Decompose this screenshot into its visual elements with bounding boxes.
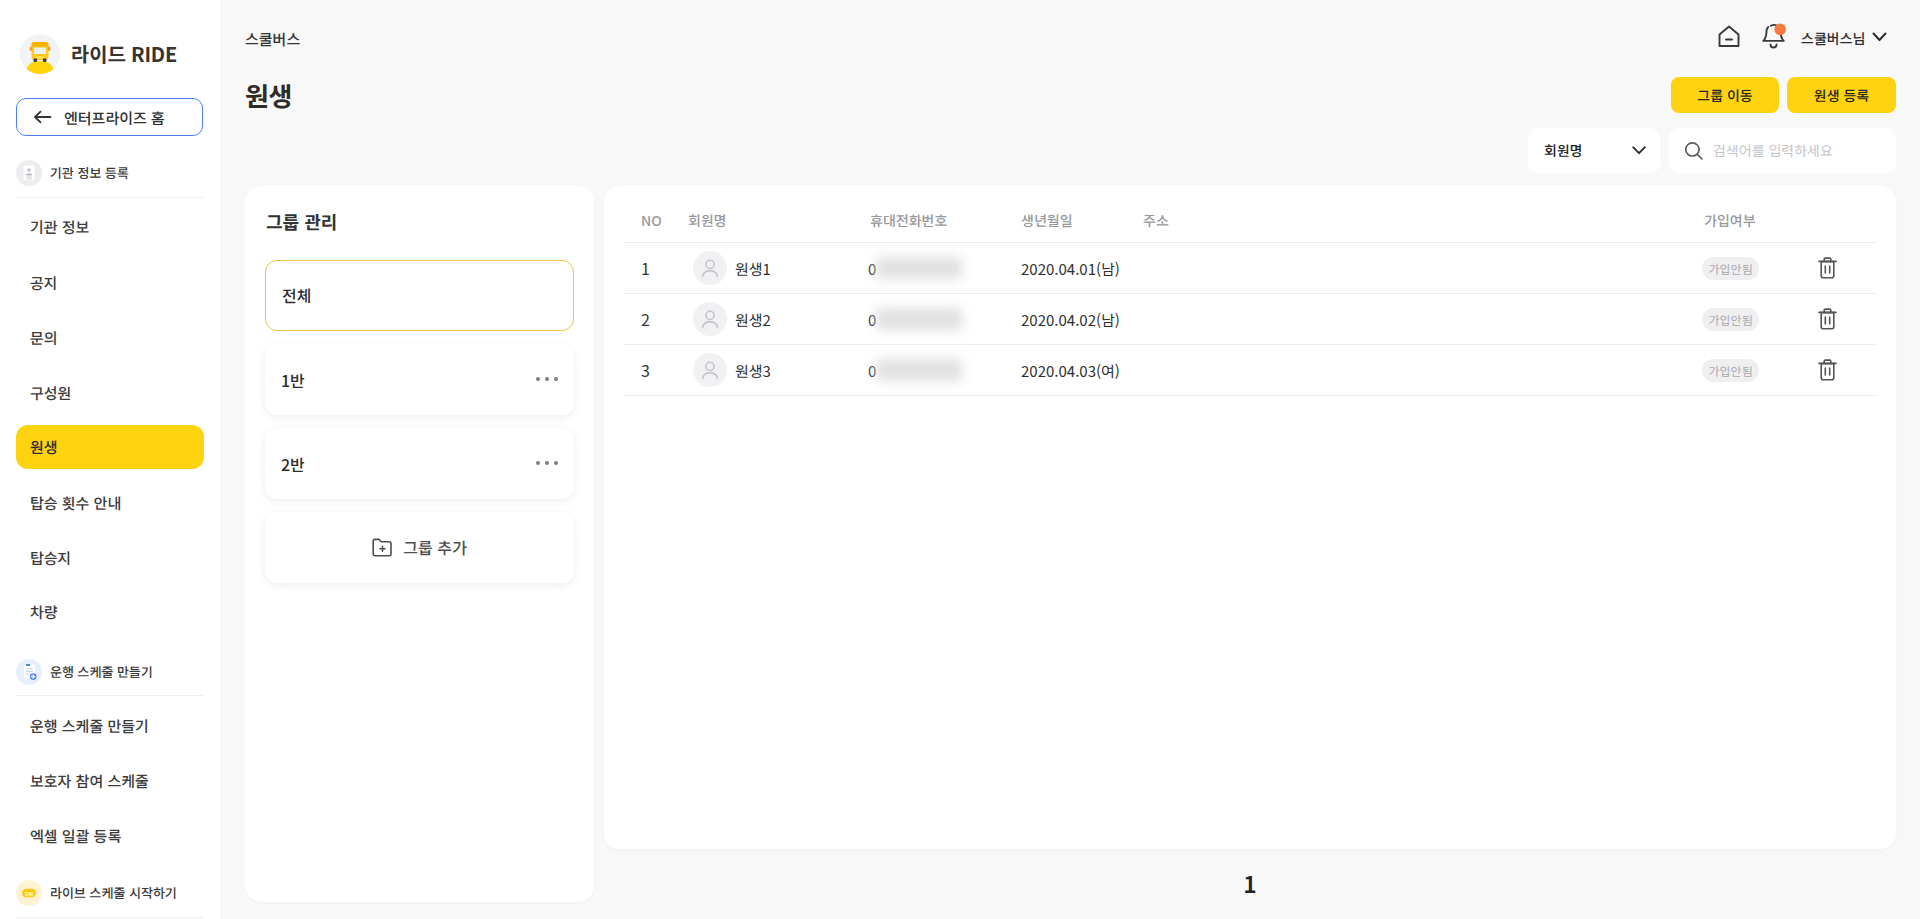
svg-text:ON: ON (25, 890, 33, 898)
